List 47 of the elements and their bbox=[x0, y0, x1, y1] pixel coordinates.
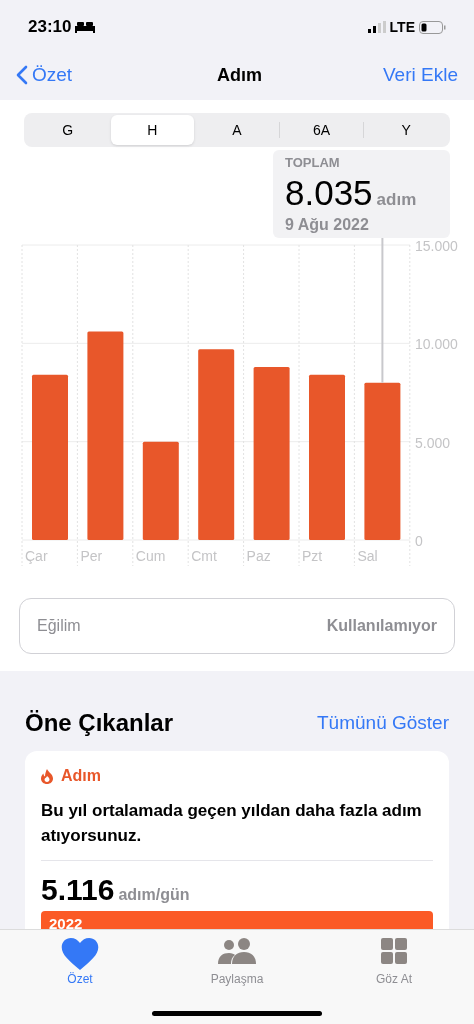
tab-bar-item[interactable]: Özet bbox=[40, 938, 120, 988]
axis-label: Cum bbox=[135, 548, 166, 564]
average-unit: adım/gün bbox=[118, 887, 190, 903]
axis-label: 5.000 bbox=[415, 434, 451, 451]
axis-label: Pzt bbox=[302, 548, 323, 564]
axis-label: Cmt bbox=[191, 548, 217, 564]
axis-label: 0 bbox=[415, 533, 423, 549]
status-time: 23:10 bbox=[28, 16, 72, 39]
back-button[interactable]: Özet bbox=[16, 60, 73, 90]
summary-date: 9 Ağu 2022 bbox=[285, 214, 370, 235]
tab-bar-item[interactable]: Paylaşma bbox=[197, 938, 277, 988]
axis-label: 15.000 bbox=[415, 238, 458, 254]
segment-tab[interactable]: A bbox=[195, 115, 279, 145]
flame-icon bbox=[41, 768, 53, 784]
segment-tab[interactable]: H bbox=[110, 115, 195, 145]
tab-bar-item[interactable]: Göz At bbox=[354, 938, 434, 988]
highlight-card[interactable]: Adım Bu yıl ortalamada geçen yıldan daha fazla adım atıyorsunuz. 5.116 adım/gün 2022 bbox=[25, 751, 449, 929]
bed-icon bbox=[75, 21, 96, 33]
axis-label: 10.000 bbox=[415, 336, 458, 353]
axis-label: Çar bbox=[25, 548, 48, 564]
network-label: LTE bbox=[389, 17, 415, 37]
segment-tab[interactable]: 6A bbox=[279, 115, 364, 145]
trend-value: Kullanılamıyor bbox=[326, 616, 437, 636]
summary-value: 8.035 bbox=[285, 174, 373, 210]
heart-icon bbox=[60, 938, 100, 970]
card-category: Adım bbox=[61, 766, 101, 786]
card-text: Bu yıl ortalamada geçen yıldan daha fazla adım atıyorsunuz. bbox=[41, 800, 423, 847]
chevron-left-icon bbox=[16, 65, 28, 85]
signal-icon bbox=[367, 21, 386, 33]
battery-icon bbox=[419, 20, 446, 34]
people-icon bbox=[218, 938, 256, 964]
summary-label: TOPLAM bbox=[285, 154, 341, 172]
average-value: 5.116 bbox=[41, 875, 115, 905]
grid-icon bbox=[381, 938, 407, 964]
year-label: 2022 bbox=[49, 915, 83, 929]
nav-title: Adım bbox=[217, 63, 263, 87]
axis-label: Per bbox=[80, 548, 103, 564]
axis-label: Sal bbox=[357, 548, 378, 564]
axis-label: Paz bbox=[246, 548, 271, 564]
summary-unit: adım bbox=[376, 190, 417, 208]
add-data-button[interactable]: Veri Ekle bbox=[383, 60, 458, 90]
section-title: Öne Çıkanlar bbox=[25, 708, 174, 738]
show-all-link[interactable]: Tümünü Göster bbox=[317, 708, 449, 738]
segment-tab[interactable]: G bbox=[26, 115, 110, 145]
trend-row[interactable]: Eğilim Kullanılamıyor bbox=[19, 598, 455, 654]
segment-tab[interactable]: Y bbox=[364, 115, 448, 145]
trend-label: Eğilim bbox=[37, 616, 81, 636]
